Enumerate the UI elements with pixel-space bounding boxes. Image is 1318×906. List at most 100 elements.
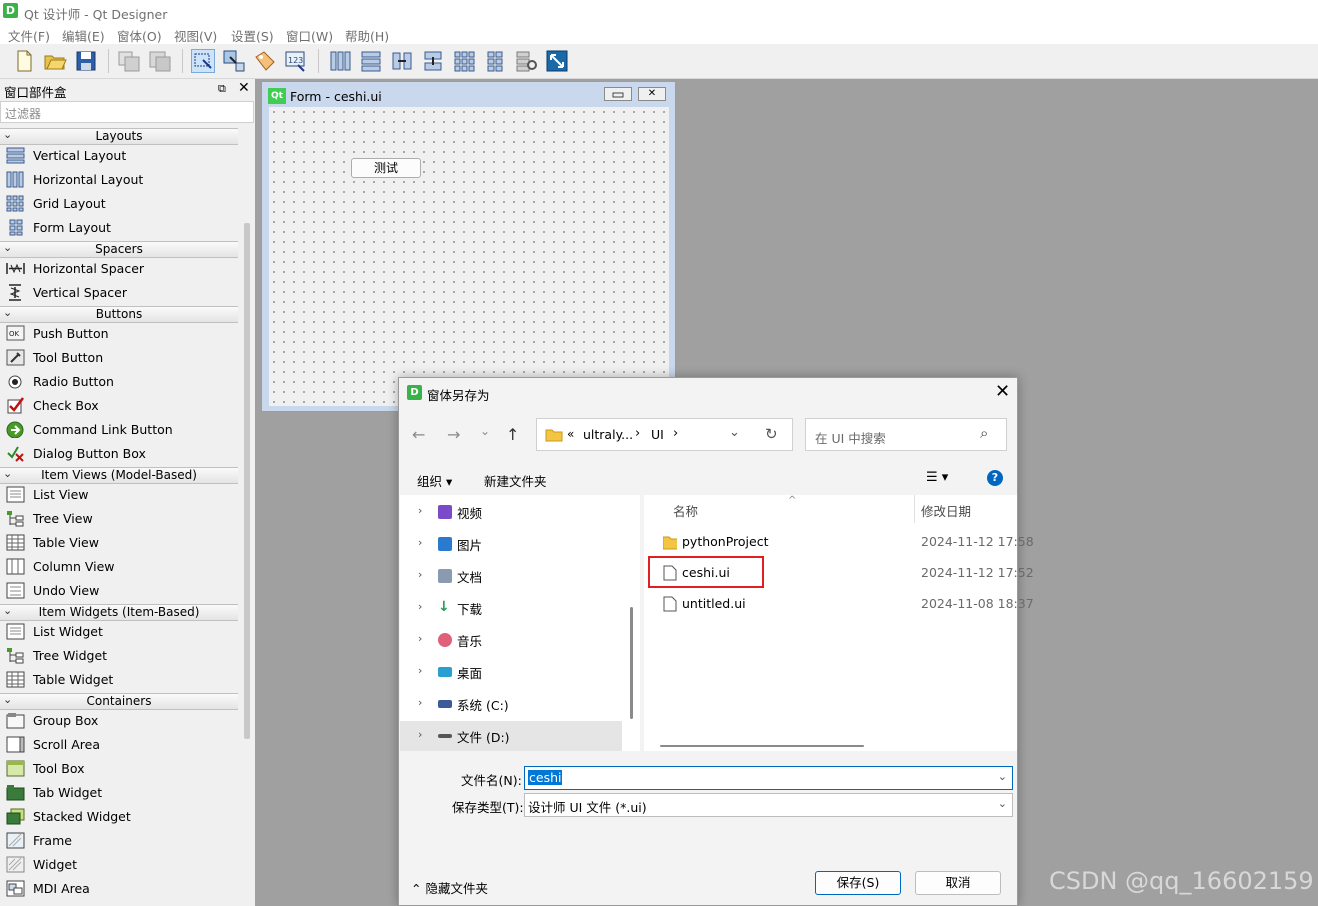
close-form-button[interactable]: ✕ xyxy=(638,87,666,101)
refresh-icon[interactable]: ↻ xyxy=(765,425,778,443)
category-item-widgets[interactable]: ⌄ Item Widgets (Item-Based) xyxy=(0,604,238,621)
chevron-down-icon[interactable]: ⌄ xyxy=(998,770,1007,783)
nav-item-videos[interactable]: › 视频 xyxy=(400,497,622,527)
back-arrow-icon[interactable]: ← xyxy=(412,425,425,444)
widget-item-tab-widget[interactable]: Tab Widget xyxy=(0,781,238,805)
widget-item-undo-view[interactable]: Undo View xyxy=(0,579,238,603)
search-icon[interactable]: ⌕ xyxy=(980,424,988,442)
chevron-right-icon[interactable]: › xyxy=(418,536,422,549)
nav-item-desktop[interactable]: › 桌面 xyxy=(400,657,622,687)
column-header-name[interactable]: 名称 xyxy=(673,501,698,520)
hide-folders-toggle[interactable]: ⌃ 隐藏文件夹 xyxy=(411,878,488,897)
widget-item-scroll-area[interactable]: Scroll Area xyxy=(0,733,238,757)
widget-item-list-widget[interactable]: List Widget xyxy=(0,620,238,644)
break-layout-icon[interactable] xyxy=(514,49,538,73)
widget-item-form-layout[interactable]: Form Layout xyxy=(0,216,238,240)
breadcrumb-ultraly[interactable]: ultraly... xyxy=(583,427,633,442)
widget-item-push-button[interactable]: OK Push Button xyxy=(0,322,238,346)
chevron-down-icon[interactable]: ⌄ xyxy=(729,425,740,440)
layout-form-icon[interactable] xyxy=(483,49,507,73)
open-folder-icon[interactable] xyxy=(43,49,67,73)
minimize-button[interactable] xyxy=(604,87,632,101)
widget-item-vertical-layout[interactable]: Vertical Layout xyxy=(0,144,238,168)
widget-item-command-link-button[interactable]: Command Link Button xyxy=(0,418,238,442)
save-icon[interactable] xyxy=(74,49,98,73)
close-icon[interactable]: ✕ xyxy=(995,381,1010,402)
up-arrow-icon[interactable]: ↑ xyxy=(506,425,519,444)
help-icon[interactable]: ? xyxy=(987,470,1003,486)
widget-item-tree-widget[interactable]: Tree Widget xyxy=(0,644,238,668)
file-row-pythonproject[interactable]: pythonProject 2024-11-12 17:58 xyxy=(644,527,1034,557)
widget-item-mdi-area[interactable]: MDI Area xyxy=(0,877,238,901)
layout-splitter-vertical-icon[interactable] xyxy=(421,49,445,73)
widget-item-tree-view[interactable]: Tree View xyxy=(0,507,238,531)
chevron-right-icon[interactable]: › xyxy=(418,568,422,581)
test-push-button[interactable]: 测试 xyxy=(351,158,421,178)
widget-item-check-box[interactable]: Check Box xyxy=(0,394,238,418)
nav-scrollbar[interactable] xyxy=(630,607,633,719)
widget-item-widget[interactable]: Widget xyxy=(0,853,238,877)
breadcrumb-ui[interactable]: UI xyxy=(651,427,664,442)
breadcrumb-separator[interactable]: › xyxy=(635,426,640,441)
close-icon[interactable]: ✕ xyxy=(238,80,250,96)
category-layouts[interactable]: ⌄ Layouts xyxy=(0,128,238,145)
copy-window-icon[interactable] xyxy=(117,49,141,73)
widget-item-stacked-widget[interactable]: Stacked Widget xyxy=(0,805,238,829)
search-input[interactable]: 在 UI 中搜索 ⌕ xyxy=(805,418,1007,451)
recent-locations-icon[interactable]: ⌄ xyxy=(480,424,490,438)
cancel-button[interactable]: 取消 xyxy=(915,871,1001,895)
view-options-icon[interactable]: ☰ ▾ xyxy=(926,470,948,485)
category-containers[interactable]: ⌄ Containers xyxy=(0,693,238,710)
menu-edit[interactable]: 编辑(E) xyxy=(62,26,105,45)
breadcrumb-overflow[interactable]: « xyxy=(567,427,574,441)
menu-window[interactable]: 窗口(W) xyxy=(286,26,333,45)
layout-vertical-icon[interactable] xyxy=(359,49,383,73)
widget-item-column-view[interactable]: Column View xyxy=(0,555,238,579)
layout-grid-icon[interactable] xyxy=(452,49,476,73)
chevron-right-icon[interactable]: › xyxy=(418,696,422,709)
widget-item-group-box[interactable]: Group Box xyxy=(0,709,238,733)
edit-signals-icon[interactable] xyxy=(222,49,246,73)
nav-item-downloads[interactable]: › ↓ 下载 xyxy=(400,593,622,623)
category-spacers[interactable]: ⌄ Spacers xyxy=(0,241,238,258)
adjust-size-icon[interactable] xyxy=(545,49,569,73)
widget-item-table-widget[interactable]: Table Widget xyxy=(0,668,238,692)
filename-input[interactable]: ceshi ⌄ xyxy=(524,766,1013,790)
widget-item-table-view[interactable]: Table View xyxy=(0,531,238,555)
nav-item-documents[interactable]: › 文档 xyxy=(400,561,622,591)
widget-item-vertical-spacer[interactable]: Vertical Spacer xyxy=(0,281,238,305)
organize-button[interactable]: 组织 ▾ xyxy=(417,471,452,490)
float-icon[interactable]: ⧉ xyxy=(218,82,226,96)
edit-buddies-icon[interactable] xyxy=(253,49,277,73)
file-row-untitled-ui[interactable]: untitled.ui 2024-11-08 18:37 xyxy=(644,589,1034,619)
menu-form[interactable]: 窗体(O) xyxy=(117,26,162,45)
menu-file[interactable]: 文件(F) xyxy=(8,26,50,45)
menu-settings[interactable]: 设置(S) xyxy=(231,26,274,45)
menu-view[interactable]: 视图(V) xyxy=(174,26,217,45)
forward-arrow-icon[interactable]: → xyxy=(447,425,460,444)
widget-item-radio-button[interactable]: Radio Button xyxy=(0,370,238,394)
chevron-right-icon[interactable]: › xyxy=(418,504,422,517)
chevron-right-icon[interactable]: › xyxy=(418,664,422,677)
form-window[interactable]: Qt Form - ceshi.ui ✕ 测试 xyxy=(261,81,676,412)
layout-horizontal-icon[interactable] xyxy=(328,49,352,73)
nav-item-system-c[interactable]: › 系统 (C:) xyxy=(400,689,622,719)
widget-item-horizontal-layout[interactable]: Horizontal Layout xyxy=(0,168,238,192)
chevron-right-icon[interactable]: › xyxy=(418,600,422,613)
paste-window-icon[interactable] xyxy=(148,49,172,73)
layout-splitter-horizontal-icon[interactable] xyxy=(390,49,414,73)
filter-input[interactable]: 过滤器 xyxy=(0,101,254,123)
form-canvas[interactable]: 测试 xyxy=(269,107,669,406)
horizontal-scrollbar[interactable] xyxy=(660,745,864,747)
widget-item-frame[interactable]: Frame xyxy=(0,829,238,853)
save-button[interactable]: 保存(S) xyxy=(815,871,901,895)
widget-item-tool-box[interactable]: Tool Box xyxy=(0,757,238,781)
new-folder-button[interactable]: 新建文件夹 xyxy=(484,471,547,490)
nav-item-music[interactable]: › 音乐 xyxy=(400,625,622,655)
chevron-right-icon[interactable]: › xyxy=(418,728,422,741)
column-header-modified[interactable]: 修改日期 xyxy=(921,501,971,520)
category-item-views[interactable]: ⌄ Item Views (Model-Based) xyxy=(0,467,238,484)
edit-widgets-icon[interactable] xyxy=(191,49,215,73)
nav-item-files-d[interactable]: › 文件 (D:) xyxy=(400,721,622,751)
chevron-right-icon[interactable]: › xyxy=(418,632,422,645)
